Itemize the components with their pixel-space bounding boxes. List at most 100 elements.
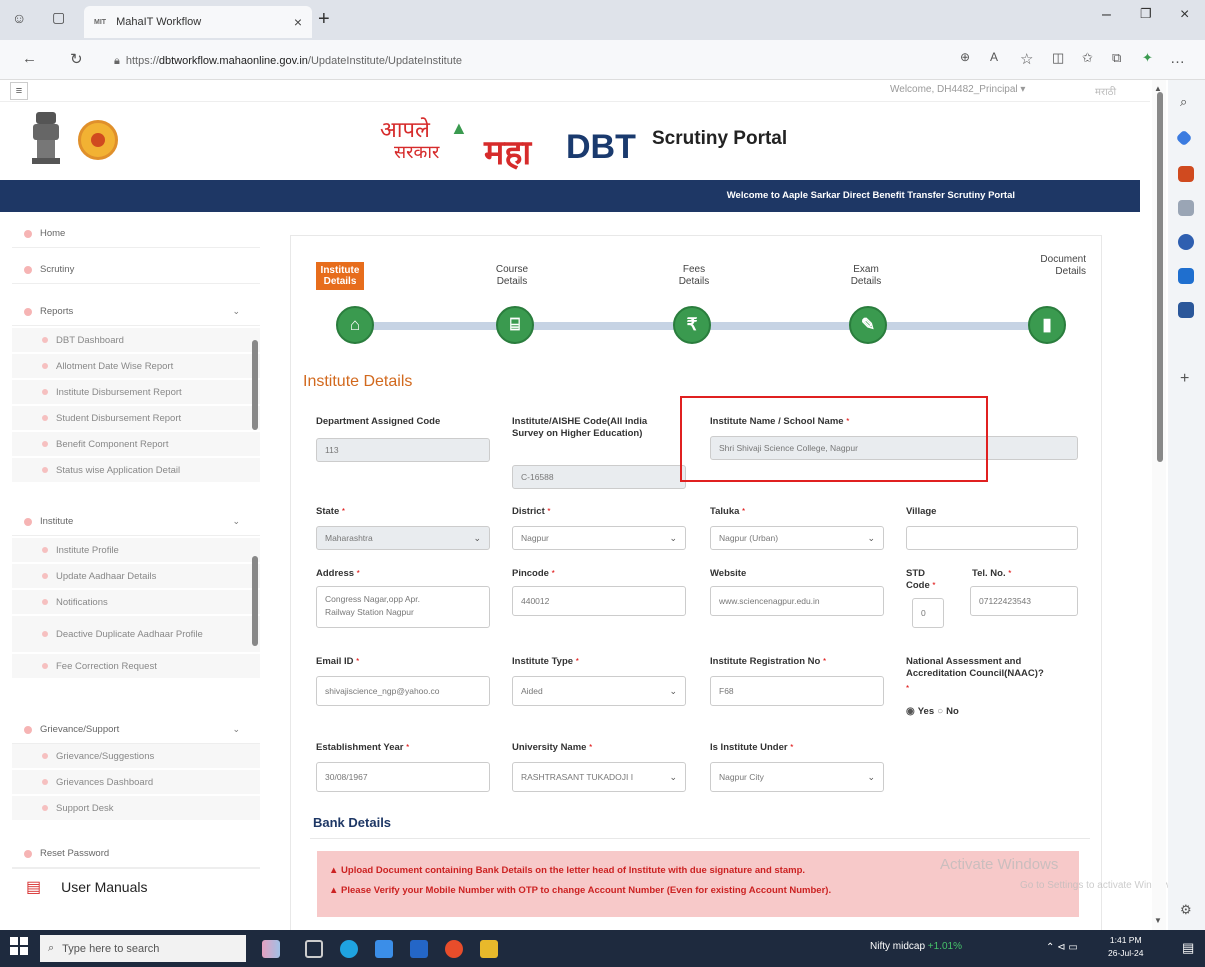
extension-icon[interactable]: ✦ (1142, 50, 1153, 66)
system-tray-icons[interactable]: ⌃ ⊲ ▭ (1046, 942, 1078, 953)
language-link[interactable]: मराठी (1095, 84, 1116, 98)
reports-scrollbar[interactable] (252, 340, 258, 430)
email-field[interactable]: shivajiscience_ngp@yahoo.co (316, 676, 490, 706)
sidebar-subitem[interactable]: Institute Disbursement Report (12, 380, 260, 404)
radio-no-icon[interactable]: ○ (937, 706, 943, 717)
rupee-icon[interactable]: ₹ (673, 306, 711, 344)
state-select[interactable]: Maharashtra ⌄ (316, 526, 490, 550)
village-field[interactable] (906, 526, 1078, 550)
inst-reg-field[interactable]: F68 (710, 676, 884, 706)
sidebar-subitem[interactable]: Fee Correction Request (12, 654, 260, 678)
sidebar-item-home[interactable]: Home (12, 220, 260, 248)
chrome-icon[interactable] (445, 940, 463, 958)
page-scrollbar-thumb[interactable] (1157, 92, 1163, 462)
step-label-course[interactable]: Course Details (490, 264, 534, 288)
notification-icon[interactable]: ▤ (1182, 940, 1194, 956)
inst-under-select[interactable]: Nagpur City ⌄ (710, 762, 884, 792)
refresh-icon[interactable]: ↻ (70, 50, 83, 68)
add-icon[interactable]: + (1180, 370, 1189, 388)
stock-ticker[interactable]: Nifty midcap +1.01% (870, 941, 962, 952)
sidebar-subitem[interactable]: Student Disbursement Report (12, 406, 260, 430)
edit-icon[interactable]: ✎ (849, 306, 887, 344)
sidebar-subitem[interactable]: Status wise Application Detail (12, 458, 260, 482)
tools-icon[interactable] (1178, 200, 1194, 216)
sidebar-subitem[interactable]: Grievance/Suggestions (12, 744, 260, 768)
widget-icon[interactable] (262, 940, 280, 958)
explorer-icon[interactable] (375, 940, 393, 958)
step-label-fees[interactable]: Fees Details (674, 264, 714, 288)
website-field[interactable]: www.sciencenagpur.edu.in (710, 586, 884, 616)
clock[interactable]: 1:41 PM 26-Jul-24 (1108, 934, 1143, 960)
institute-scrollbar[interactable] (252, 556, 258, 646)
url-field[interactable]: 🔒︎ https://dbtworkflow.mahaonline.gov.in… (114, 48, 936, 74)
sidebar-subitem[interactable]: Notifications (12, 590, 260, 614)
split-screen-icon[interactable]: ◫ (1052, 50, 1064, 66)
restore-icon[interactable]: ❐ (1140, 6, 1152, 22)
close-tab-icon[interactable]: × (294, 14, 302, 30)
sidebar-subitem[interactable]: Institute Profile (12, 538, 260, 562)
close-window-icon[interactable]: × (1180, 6, 1189, 24)
more-menu-icon[interactable]: … (1170, 50, 1185, 67)
favorite-star-icon[interactable]: ☆ (1020, 50, 1033, 68)
sidebar-subitem[interactable]: Support Desk (12, 796, 260, 820)
sidebar-subitem[interactable]: Benefit Component Report (12, 432, 260, 456)
graduation-cap-icon[interactable]: ⌂ (336, 306, 374, 344)
outlook-icon[interactable] (1178, 268, 1194, 284)
estab-year-field[interactable]: 30/08/1967 (316, 762, 490, 792)
university-select[interactable]: RASHTRASANT TUKADOJI I ⌄ (512, 762, 686, 792)
pincode-field[interactable]: 440012 (512, 586, 686, 616)
read-aloud-icon[interactable]: A (990, 50, 998, 64)
browser-tab[interactable]: MIT MahaIT Workflow × (84, 6, 312, 38)
std-code-field[interactable]: 0 (912, 598, 944, 628)
sidebar-subitem[interactable]: Grievances Dashboard (12, 770, 260, 794)
scroll-up-icon[interactable]: ▲ (1154, 84, 1162, 93)
inst-type-select[interactable]: Aided ⌄ (512, 676, 686, 706)
sidebar-subitem[interactable]: Update Aadhaar Details (12, 564, 260, 588)
collections-icon[interactable]: ⧉ (1112, 50, 1121, 66)
zoom-icon[interactable]: ⊕ (960, 50, 970, 64)
aishe-code-field[interactable]: C-16588 (512, 465, 686, 489)
edge-browser-icon[interactable] (340, 940, 358, 958)
district-select[interactable]: Nagpur ⌄ (512, 526, 686, 550)
tab-actions-icon[interactable]: ▢ (52, 9, 65, 26)
mail-icon[interactable] (410, 940, 428, 958)
aishe-code-label: Institute/AISHE Code(All India Survey on… (512, 416, 648, 439)
step-label-exam[interactable]: Exam Details (846, 264, 886, 288)
task-view-icon[interactable] (305, 940, 323, 958)
sidebar-subitem[interactable]: Deactive Duplicate Aadhaar Profile (12, 616, 260, 652)
search-icon[interactable]: ⌕ (1180, 94, 1187, 110)
document-icon[interactable]: ▮ (1028, 306, 1066, 344)
dept-code-field[interactable]: 113 (316, 438, 490, 462)
welcome-user[interactable]: Welcome, DH4482_Principal ▾ (890, 84, 1025, 95)
radio-yes-icon[interactable]: ◉ (906, 706, 915, 717)
scroll-down-icon[interactable]: ▼ (1154, 916, 1162, 925)
tel-field[interactable]: 07122423543 (970, 586, 1078, 616)
sidebar-subitem[interactable]: DBT Dashboard (12, 328, 260, 352)
settings-gear-icon[interactable]: ⚙ (1180, 902, 1192, 918)
sidebar-item-scrutiny[interactable]: Scrutiny (12, 256, 260, 284)
sidebar-item-reset-password[interactable]: Reset Password (12, 840, 260, 868)
taluka-select[interactable]: Nagpur (Urban) ⌄ (710, 526, 884, 550)
bank-building-icon[interactable]: ⌸ (496, 306, 534, 344)
new-tab-icon[interactable]: + (318, 8, 330, 31)
back-icon[interactable]: ← (22, 50, 37, 67)
favorites-icon[interactable]: ✩ (1082, 50, 1093, 66)
folder-icon[interactable] (480, 940, 498, 958)
menu-toggle-icon[interactable]: ≡ (10, 82, 28, 100)
sidebar-item-institute[interactable]: Institute ⌄ (12, 508, 260, 536)
step-label-document[interactable]: Document Details (1024, 254, 1086, 278)
step-label-institute[interactable]: Institute Details (316, 262, 364, 290)
address-textarea[interactable]: Congress Nagar,opp Apr. Railway Station N… (316, 586, 490, 628)
sidebar-item-reports[interactable]: Reports ⌄ (12, 298, 260, 326)
sidebar-subitem[interactable]: Allotment Date Wise Report (12, 354, 260, 378)
user-manuals-link[interactable]: ▤ User Manuals (12, 868, 260, 904)
profile-icon[interactable]: ☺ (12, 10, 26, 26)
word-icon[interactable] (1178, 302, 1194, 318)
sidebar-item-grievance[interactable]: Grievance/Support ⌄ (12, 716, 260, 744)
taskbar-search[interactable]: ⌕ Type here to search (40, 935, 246, 962)
windows-start-icon[interactable] (10, 937, 28, 955)
tag-icon[interactable] (1175, 129, 1193, 147)
office-icon[interactable] (1178, 234, 1194, 250)
minimize-icon[interactable]: – (1102, 6, 1111, 24)
shopping-icon[interactable] (1178, 166, 1194, 182)
